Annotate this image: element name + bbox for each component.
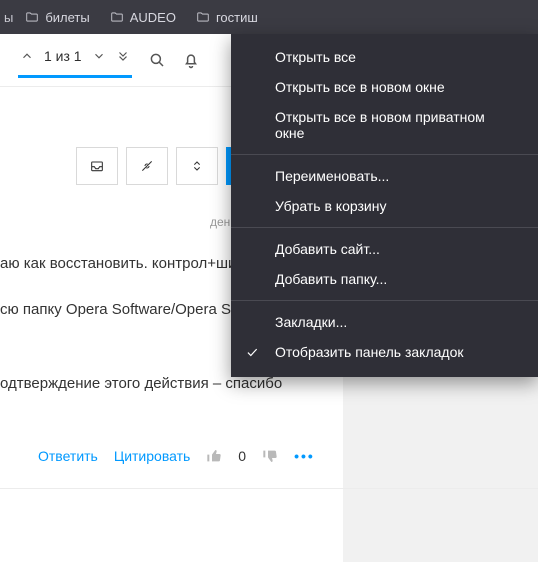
ctx-divider [231, 300, 538, 301]
thumbs-up-icon[interactable] [206, 448, 222, 464]
check-icon [245, 345, 259, 359]
folder-icon [25, 10, 39, 24]
ctx-divider [231, 227, 538, 228]
bookmark-label: AUDEO [130, 10, 176, 25]
folder-icon [110, 10, 124, 24]
ctx-add-site[interactable]: Добавить сайт... [231, 234, 538, 264]
ctx-rename[interactable]: Переименовать... [231, 161, 538, 191]
bookmark-label: гостиш [216, 10, 258, 25]
divider [0, 488, 538, 489]
bookmark-folder-audeo[interactable]: AUDEO [102, 6, 184, 29]
bookmark-partial: ы [4, 10, 13, 25]
chevron-double-down-icon[interactable] [116, 49, 130, 63]
bell-icon[interactable] [182, 51, 200, 69]
quote-link[interactable]: Цитировать [114, 448, 190, 464]
bookmark-context-menu: Открыть все Открыть все в новом окне Отк… [231, 34, 538, 377]
sort-icon [189, 158, 205, 174]
inbox-button[interactable] [76, 147, 118, 185]
ctx-open-all[interactable]: Открыть все [231, 42, 538, 72]
reply-link[interactable]: Ответить [38, 448, 98, 464]
bookmark-folder-hotels[interactable]: гостиш [188, 6, 266, 29]
ctx-add-folder[interactable]: Добавить папку... [231, 264, 538, 294]
folder-icon [196, 10, 210, 24]
bookmark-label: билеты [45, 10, 89, 25]
inbox-icon [89, 158, 105, 174]
vote-count: 0 [238, 448, 246, 464]
ctx-bookmarks[interactable]: Закладки... [231, 307, 538, 337]
sort-button[interactable] [176, 147, 218, 185]
ctx-divider [231, 154, 538, 155]
link-off-button[interactable] [126, 147, 168, 185]
ctx-trash[interactable]: Убрать в корзину [231, 191, 538, 221]
find-navigation: 1 из 1 [18, 42, 132, 78]
search-icon[interactable] [148, 51, 166, 69]
bookmark-folder-tickets[interactable]: билеты [17, 6, 97, 29]
thumbs-down-icon[interactable] [262, 448, 278, 464]
find-counter: 1 из 1 [44, 48, 82, 64]
ctx-item-label: Отобразить панель закладок [275, 344, 464, 360]
chevron-down-icon[interactable] [92, 49, 106, 63]
post-actions: Ответить Цитировать 0 ••• [38, 448, 538, 464]
ctx-open-all-private[interactable]: Открыть все в новом приватном окне [231, 102, 538, 148]
ctx-open-all-new-window[interactable]: Открыть все в новом окне [231, 72, 538, 102]
chevron-up-icon[interactable] [20, 49, 34, 63]
ctx-show-bookmarks-bar[interactable]: Отобразить панель закладок [231, 337, 538, 367]
more-actions-icon[interactable]: ••• [294, 448, 315, 464]
link-off-icon [139, 158, 155, 174]
bookmarks-bar: ы билеты AUDEO гостиш [0, 0, 538, 34]
